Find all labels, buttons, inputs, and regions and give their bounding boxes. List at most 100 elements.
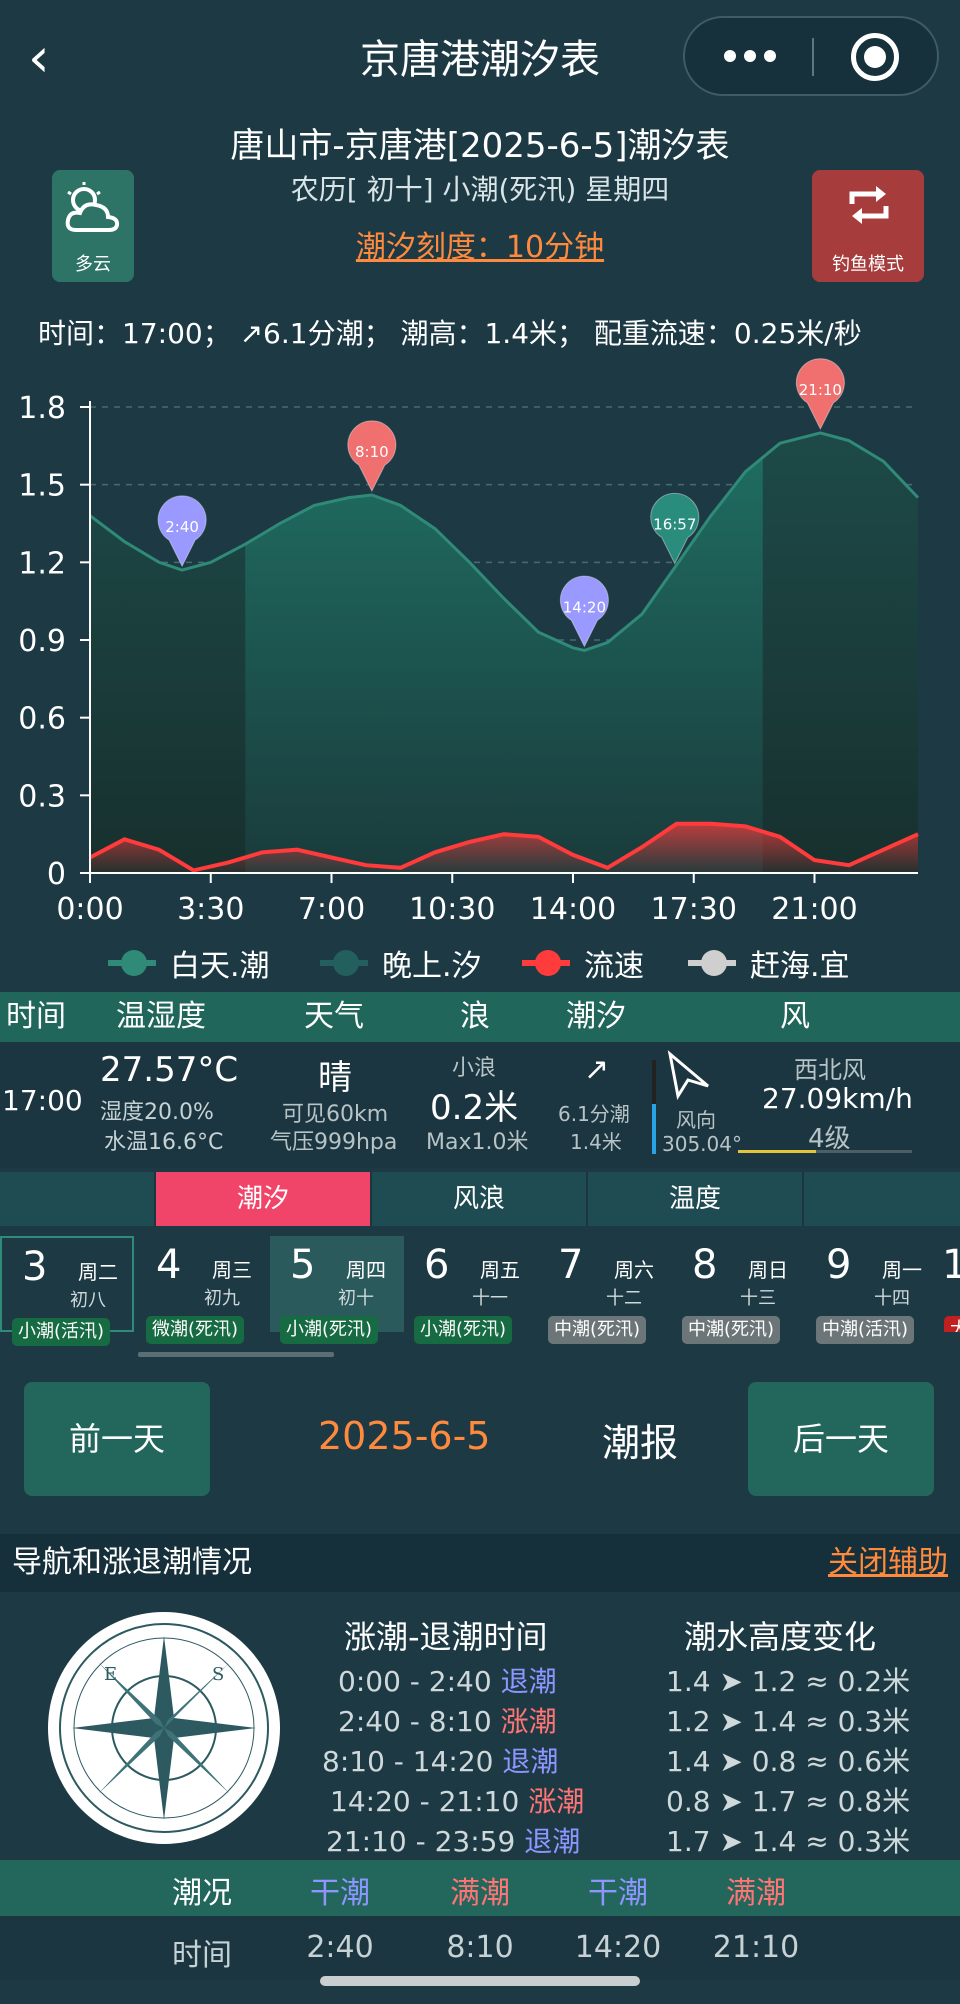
date-item[interactable]: 4 周三 初九 微潮(死汛) xyxy=(136,1236,270,1344)
row-tide-phase: 6.1分潮 xyxy=(558,1102,630,1126)
tide-time-row: 0:00 - 2:40 退潮 xyxy=(338,1660,557,1700)
legend-label: 赶海.宜 xyxy=(750,949,850,984)
legend-label: 流速 xyxy=(584,949,644,984)
legend-label: 白天.潮 xyxy=(170,949,270,984)
row-wave-type: 小浪 xyxy=(452,1056,497,1081)
more-menu-icon[interactable] xyxy=(715,18,785,94)
y-tick-label: 1.2 xyxy=(18,546,66,581)
summary-label-state: 潮况 xyxy=(172,1876,232,1911)
summary-time: 14:20 xyxy=(574,1930,662,1965)
prev-day-button[interactable]: 前一天 xyxy=(24,1382,210,1496)
tide-table-title: 唐山市-京唐港[2025-6-5]潮汐表 xyxy=(230,126,730,166)
y-tick-label: 0.6 xyxy=(18,702,66,737)
date-tide-tag: 中潮(死汛) xyxy=(548,1316,647,1344)
date-lunar: 十四 xyxy=(874,1288,910,1309)
close-assist-link[interactable]: 关闭辅助 xyxy=(828,1534,948,1592)
tab-wind-wave[interactable]: 风浪 xyxy=(372,1172,588,1226)
date-weekday: 周六 xyxy=(614,1258,654,1282)
tide-summary-table: 潮况 干潮 满潮 干潮 满潮 时间 2:40 8:10 14:20 21:10 xyxy=(0,1860,960,1980)
tide-time-row: 8:10 - 14:20 退潮 xyxy=(322,1740,558,1780)
weather-label: 多云 xyxy=(75,254,111,275)
tide-change: 1.4 ➤ 1.2 ≈ 0.2米 xyxy=(666,1665,911,1698)
date-navigation: 前一天 2025-6-5 潮报 后一天 xyxy=(0,1362,960,1532)
tide-marker-label: 21:10 xyxy=(799,381,842,399)
date-lunar: 初九 xyxy=(204,1288,240,1309)
date-selector: 3 周二 初八 小潮(活汛) 4 周三 初九 微潮(死汛) 5 周四 初十 小潮… xyxy=(0,1234,960,1346)
row-wind-degree: 305.04° xyxy=(662,1132,742,1156)
fishing-mode-button[interactable]: 钓鱼模式 xyxy=(812,170,924,282)
date-tide-tag: 小潮(死汛) xyxy=(414,1316,513,1344)
tide-range: 2:40 - 8:10 xyxy=(338,1705,492,1738)
legend-item-speed[interactable]: 流速 xyxy=(522,938,644,988)
date-weekday: 周日 xyxy=(748,1258,788,1282)
date-item[interactable]: 7 周六 十二 中潮(死汛) xyxy=(538,1236,672,1344)
date-tide-tag: 微潮(死汛) xyxy=(146,1316,245,1344)
data-tabs: 潮汐 风浪 温度 xyxy=(0,1172,960,1226)
date-lunar: 十三 xyxy=(740,1288,776,1309)
date-weekday: 周三 xyxy=(212,1258,252,1282)
date-item[interactable]: 8 周日 十三 中潮(死汛) xyxy=(672,1236,806,1344)
close-target-icon[interactable] xyxy=(851,33,899,81)
fishing-mode-label: 钓鱼模式 xyxy=(832,254,904,275)
tide-change: 1.2 ➤ 1.4 ≈ 0.3米 xyxy=(666,1705,911,1738)
legend-item-night-tide[interactable]: 晚上.汐 xyxy=(320,938,482,988)
date-item[interactable]: 9 周一 十四 中潮(活汛) xyxy=(806,1236,940,1344)
date-item-partial[interactable]: 1 大 xyxy=(940,1236,960,1332)
tide-state: 退潮 xyxy=(524,1825,581,1858)
next-day-button[interactable]: 后一天 xyxy=(748,1382,934,1496)
x-tick-label: 21:00 xyxy=(771,892,857,927)
date-lunar: 十二 xyxy=(606,1288,642,1309)
col-wind: 风 xyxy=(780,999,810,1034)
navigation-section-header: 导航和涨退潮情况 关闭辅助 xyxy=(0,1534,960,1592)
tide-time-row: 21:10 - 23:59 退潮 xyxy=(326,1820,580,1860)
svg-text:E: E xyxy=(104,1664,117,1685)
row-humidity: 湿度20.0% xyxy=(100,1100,214,1125)
date-lunar: 十一 xyxy=(472,1288,508,1309)
tab-temperature[interactable]: 温度 xyxy=(588,1172,804,1226)
weather-button[interactable]: 多云 xyxy=(52,170,134,282)
legend-item-beachcombing[interactable]: 赶海.宜 xyxy=(688,938,850,988)
weather-table-row: 17:00 27.57°C 湿度20.0% 水温16.6°C 晴 可见60km … xyxy=(0,1042,960,1168)
tide-change: 1.7 ➤ 1.4 ≈ 0.3米 xyxy=(666,1825,911,1858)
date-lunar: 初八 xyxy=(70,1290,106,1311)
summary-time: 21:10 xyxy=(712,1930,800,1965)
legend-label: 晚上.汐 xyxy=(382,949,482,984)
legend-marker-speed xyxy=(522,950,570,976)
date-tide-tag: 小潮(死汛) xyxy=(280,1316,379,1344)
tide-state: 涨潮 xyxy=(528,1785,585,1818)
date-number: 9 xyxy=(826,1242,852,1288)
tide-marker-label: 2:40 xyxy=(165,518,199,536)
date-lunar: 初十 xyxy=(338,1288,374,1309)
tide-range: 21:10 - 23:59 xyxy=(326,1825,516,1858)
summary-time: 2:40 xyxy=(306,1930,374,1965)
tide-report-link[interactable]: 潮报 xyxy=(602,1412,678,1467)
date-number: 3 xyxy=(22,1244,48,1290)
tide-range: 0:00 - 2:40 xyxy=(338,1665,492,1698)
date-tide-tag: 大 xyxy=(944,1316,960,1332)
y-tick-label: 0 xyxy=(47,857,66,892)
date-number: 4 xyxy=(156,1242,182,1288)
date-scrollbar[interactable] xyxy=(138,1352,334,1357)
col-weather: 天气 xyxy=(304,999,364,1034)
x-tick-label: 14:00 xyxy=(530,892,616,927)
tide-times-header: 涨潮-退潮时间 xyxy=(344,1618,548,1656)
back-button[interactable]: ‹ xyxy=(28,30,78,90)
tide-direction-icon: ↗ xyxy=(584,1052,610,1087)
wind-bar-top xyxy=(652,1060,656,1104)
legend-item-day-tide[interactable]: 白天.潮 xyxy=(108,938,270,988)
tab-blank-left xyxy=(0,1172,156,1226)
row-wind-speed: 27.09km/h xyxy=(762,1082,913,1115)
tide-state: 退潮 xyxy=(502,1745,559,1778)
tab-tide[interactable]: 潮汐 xyxy=(156,1172,372,1226)
y-tick-label: 0.3 xyxy=(18,779,66,814)
date-number: 5 xyxy=(290,1242,316,1288)
tide-time-row: 2:40 - 8:10 涨潮 xyxy=(338,1700,557,1740)
date-tide-tag: 中潮(死汛) xyxy=(682,1316,781,1344)
tide-change: 0.8 ➤ 1.7 ≈ 0.8米 xyxy=(666,1785,911,1818)
date-item-selected[interactable]: 5 周四 初十 小潮(死汛) xyxy=(270,1236,404,1344)
date-item[interactable]: 3 周二 初八 小潮(活汛) xyxy=(0,1236,134,1346)
date-item[interactable]: 6 周五 十一 小潮(死汛) xyxy=(404,1236,538,1344)
tab-extra[interactable] xyxy=(804,1172,960,1226)
chart-legend: 白天.潮 晚上.汐 流速 赶海.宜 xyxy=(0,938,960,988)
summary-state: 满潮 xyxy=(726,1876,786,1911)
